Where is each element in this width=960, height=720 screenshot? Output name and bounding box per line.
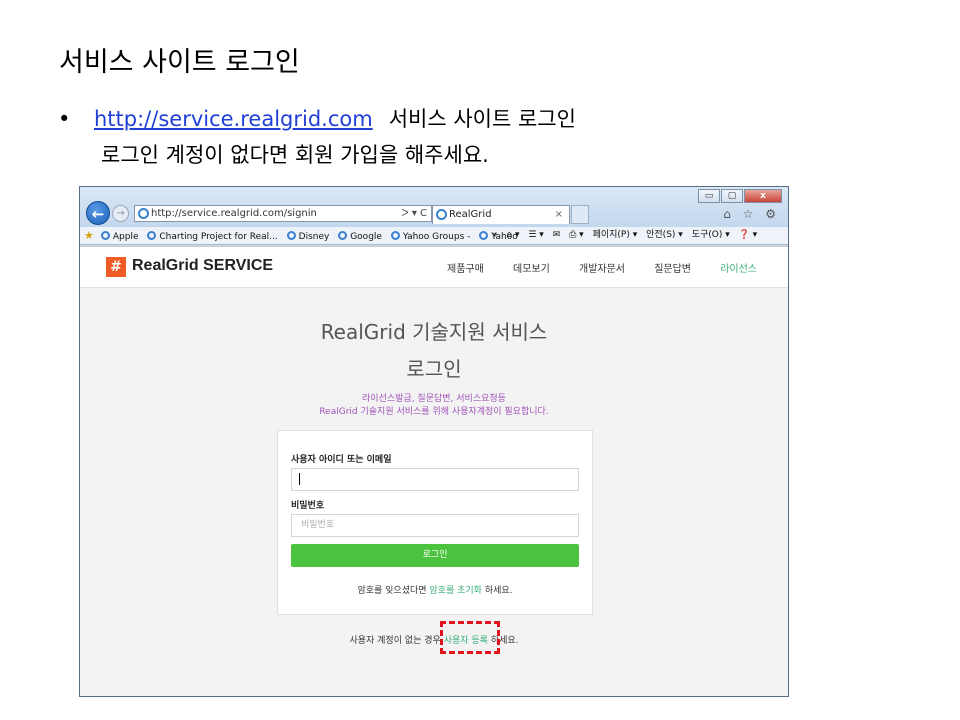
slide-title: 서비스 사이트 로그인: [59, 47, 300, 78]
tab-title: RealGrid: [449, 209, 492, 220]
reset-password-link[interactable]: 암호를 초기화: [429, 586, 482, 596]
new-tab-button[interactable]: [571, 205, 589, 224]
favorite-item[interactable]: Yahoo Groups -: [390, 229, 470, 244]
browser-window: ▭ ▢ x ⌂ ☆ ⚙ ← → http://service.realgrid.…: [79, 186, 789, 697]
favorites-bar: ★ Apple Charting Project for Real... Dis…: [80, 227, 788, 245]
browser-chrome: ▭ ▢ x ⌂ ☆ ⚙ ← → http://service.realgrid.…: [80, 187, 788, 227]
favorite-item[interactable]: Charting Project for Real...: [147, 229, 278, 244]
command-bar: » ⌂ ▾ ☰ ▾ ✉ ⎙ ▾ 페이지(P) ▾ 안전(S) ▾ 도구(O) ▾…: [492, 227, 763, 244]
service-link[interactable]: http://service.realgrid.com: [94, 107, 373, 131]
ie-icon: [479, 231, 489, 240]
ie-icon: [390, 231, 400, 240]
signup-highlight: [440, 621, 500, 654]
ie-icon: [138, 208, 149, 219]
ie-icon: [147, 231, 157, 240]
mail-icon[interactable]: ✉: [553, 230, 561, 240]
login-button[interactable]: 로그인: [291, 544, 579, 567]
browser-tool-icons[interactable]: ⌂ ☆ ⚙: [723, 207, 780, 221]
site-header: # RealGrid SERVICE 제품구매 데모보기 개발자문서 질문답변 …: [80, 247, 788, 288]
bullet-dot: •: [58, 107, 71, 131]
ie-icon: [338, 231, 348, 240]
close-button[interactable]: x: [744, 189, 782, 203]
address-controls[interactable]: ᐳ ▾ C: [401, 206, 427, 221]
password-input[interactable]: 비밀번호: [291, 514, 579, 537]
page-title: RealGrid 기술지원 서비스: [320, 320, 548, 344]
text-caret: [299, 472, 300, 485]
favorite-item[interactable]: Google: [338, 229, 382, 244]
more-icon[interactable]: »: [492, 230, 498, 240]
tab-close-icon[interactable]: ×: [555, 206, 563, 223]
signup-text: 사용자 계정이 없는 경우 사용자 등록 하세요.: [349, 636, 519, 646]
id-input[interactable]: [291, 468, 579, 491]
page-subtitle: 로그인: [406, 357, 462, 381]
id-label: 사용자 아이디 또는 이메일: [291, 455, 392, 465]
back-button[interactable]: ←: [86, 201, 110, 225]
maximize-button[interactable]: ▢: [721, 189, 743, 203]
nav-purchase[interactable]: 제품구매: [447, 260, 484, 275]
minimize-button[interactable]: ▭: [698, 189, 720, 203]
bullet-line-2: 로그인 계정이 없다면 회원 가입을 해주세요.: [101, 143, 489, 167]
help-icon[interactable]: ❓ ▾: [739, 230, 758, 240]
home-icon[interactable]: ⌂ ▾: [506, 230, 519, 240]
logo-icon[interactable]: #: [106, 257, 126, 277]
web-page: # RealGrid SERVICE 제품구매 데모보기 개발자문서 질문답변 …: [80, 246, 788, 696]
safety-menu[interactable]: 안전(S) ▾: [646, 230, 683, 240]
bullet-line-1: • http://service.realgrid.com 서비스 사이트 로그인: [58, 103, 576, 133]
page-menu[interactable]: 페이지(P) ▾: [593, 230, 638, 240]
address-text: http://service.realgrid.com/signin: [151, 208, 317, 219]
line1-text: 서비스 사이트 로그인: [388, 107, 576, 131]
nav-docs[interactable]: 개발자문서: [579, 260, 625, 275]
logo-text[interactable]: RealGrid SERVICE: [132, 257, 273, 275]
favorite-item[interactable]: Disney: [286, 229, 329, 244]
favorite-item[interactable]: Apple: [100, 229, 139, 244]
password-label: 비밀번호: [291, 501, 325, 511]
window-controls: ▭ ▢ x: [697, 189, 782, 203]
ie-icon: [436, 209, 447, 220]
tab-realgrid[interactable]: RealGrid ×: [432, 205, 570, 224]
nav-license[interactable]: 라이선스: [720, 260, 757, 275]
favorites-star-icon[interactable]: ★: [84, 227, 98, 244]
tools-menu[interactable]: 도구(O) ▾: [692, 230, 730, 240]
nav-demo[interactable]: 데모보기: [513, 260, 550, 275]
feeds-icon[interactable]: ☰ ▾: [528, 230, 543, 240]
address-bar[interactable]: http://service.realgrid.com/signin ᐳ ▾ C: [134, 205, 432, 222]
print-icon[interactable]: ⎙ ▾: [569, 230, 584, 240]
login-card: 사용자 아이디 또는 이메일 비밀번호 비밀번호 로그인 암호를 잊으셨다면 암…: [277, 430, 593, 615]
nav-qna[interactable]: 질문답변: [654, 260, 691, 275]
forward-button[interactable]: →: [112, 205, 129, 222]
ie-icon: [100, 231, 110, 240]
ie-icon: [286, 231, 296, 240]
forgot-password-text: 암호를 잊으셨다면 암호를 초기화 하세요.: [357, 586, 513, 596]
site-nav: 제품구매 데모보기 개발자문서 질문답변 라이선스: [447, 260, 783, 275]
page-description-2: RealGrid 기술지원 서비스를 위해 사용자계정이 필요합니다.: [319, 407, 549, 417]
page-description-1: 라이선스발급, 질문답변, 서비스요청등: [362, 394, 506, 404]
